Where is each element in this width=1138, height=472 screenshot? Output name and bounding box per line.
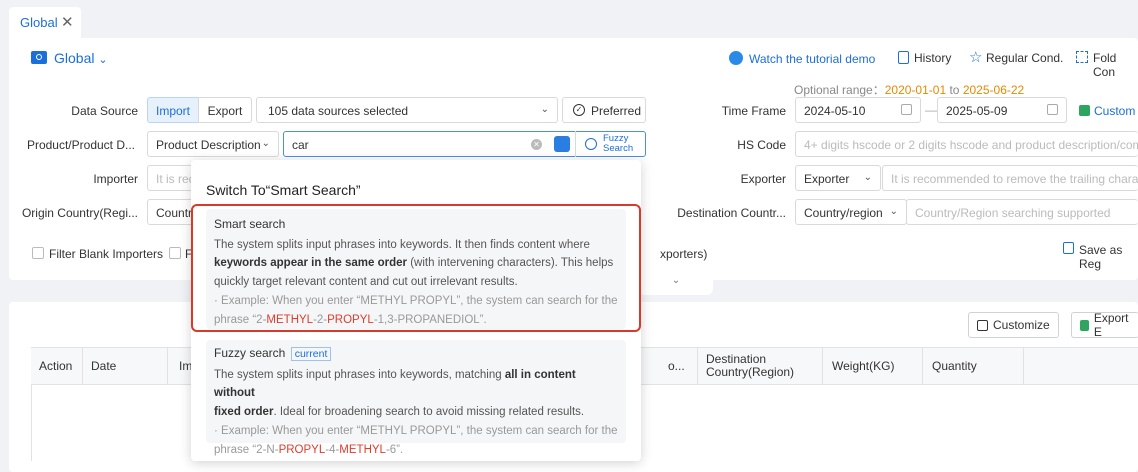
- destination-input[interactable]: Country/Region searching supported: [906, 199, 1138, 225]
- date-separator: —: [925, 103, 937, 117]
- column-header-destination[interactable]: Destination Country(Region): [698, 348, 823, 384]
- importer-label: Importer: [93, 172, 138, 186]
- tab-label: Global: [20, 15, 58, 30]
- table-border: [31, 385, 32, 461]
- check-circle-icon: ✓: [573, 104, 585, 116]
- filter-checkbox-2[interactable]: [169, 247, 181, 259]
- hs-code-input[interactable]: 4+ digits hscode or 2 digits hscode and …: [795, 131, 1138, 157]
- filter-blank-importers-checkbox[interactable]: [32, 247, 44, 259]
- exporter-input[interactable]: It is recommended to remove the trailing…: [882, 165, 1138, 191]
- clear-icon[interactable]: ✕: [531, 139, 542, 150]
- filter-blank-importers-label: Filter Blank Importers: [49, 247, 164, 261]
- fuzzy-search-toggle[interactable]: Fuzzy Search: [603, 134, 633, 154]
- fold-conditions-button[interactable]: Fold Con: [1093, 51, 1138, 79]
- fuzzy-search-option[interactable]: Fuzzy search current The system splits i…: [206, 340, 626, 456]
- fuzzy-search-title: Fuzzy search current: [214, 344, 618, 364]
- highlight-frame: [191, 204, 641, 332]
- current-badge: current: [290, 347, 332, 361]
- close-icon[interactable]: ✕: [61, 13, 74, 31]
- chevron-down-icon: ⌄: [863, 172, 872, 183]
- collapse-toggle[interactable]: ⌄: [639, 275, 713, 295]
- custom-icon: [1079, 105, 1090, 116]
- product-type-select[interactable]: Product Description ⌄: [147, 131, 279, 157]
- regular-cond-button[interactable]: Regular Cond.: [986, 51, 1063, 65]
- import-toggle[interactable]: Import: [147, 97, 199, 123]
- search-icon: [585, 138, 597, 150]
- time-frame-label: Time Frame: [721, 104, 786, 118]
- calendar-icon: [901, 104, 912, 115]
- origin-label: Origin Country(Regi...: [21, 206, 138, 220]
- data-source-label: Data Source: [71, 104, 138, 118]
- product-label: Product/Product D...: [26, 138, 135, 152]
- global-icon: [31, 51, 47, 64]
- save-as-regular-button[interactable]: Save as Reg: [1079, 243, 1138, 271]
- exporter-type-select[interactable]: Exporter ⌄: [795, 165, 881, 191]
- chevron-down-icon: ⌄: [261, 138, 270, 149]
- fuzzy-search-example: · Example: When you enter “METHYL PROPYL…: [214, 424, 618, 456]
- hs-code-label: HS Code: [737, 138, 786, 152]
- end-date-input[interactable]: 2025-05-09: [937, 97, 1067, 123]
- star-icon: ☆: [969, 49, 983, 66]
- column-header-partial[interactable]: o...: [660, 348, 698, 384]
- image-search-icon[interactable]: [554, 136, 570, 152]
- exporter-label: Exporter: [740, 172, 786, 186]
- data-source-value: 105 data sources selected: [268, 104, 409, 118]
- tab-global[interactable]: Global ✕: [9, 7, 81, 38]
- watch-tutorial-link[interactable]: Watch the tutorial demo: [749, 52, 875, 66]
- column-header-quantity[interactable]: Quantity: [924, 348, 1024, 384]
- page-title[interactable]: Global ⌄: [54, 50, 108, 66]
- data-source-select[interactable]: 105 data sources selected ⌄: [256, 97, 558, 123]
- fuzzy-search-desc: The system splits input phrases into key…: [214, 368, 585, 419]
- chevron-down-icon: ⌄: [540, 104, 549, 115]
- fold-icon: [1076, 51, 1088, 63]
- start-date-input[interactable]: 2024-05-10: [795, 97, 921, 123]
- chevron-down-icon: ⌄: [98, 54, 108, 66]
- popup-title: Switch To“Smart Search”: [206, 182, 361, 198]
- play-icon: [729, 51, 743, 65]
- preferred-button[interactable]: ✓ Preferred: [562, 97, 646, 123]
- column-header-date[interactable]: Date: [83, 348, 168, 384]
- custom-date-link[interactable]: Custom: [1094, 104, 1135, 118]
- column-header-action: Action: [31, 348, 83, 384]
- export-toggle[interactable]: Export: [198, 97, 252, 123]
- history-icon: [898, 51, 909, 64]
- chevron-down-icon: ⌄: [889, 206, 898, 217]
- settings-icon: [977, 319, 988, 331]
- customize-button[interactable]: Customize: [968, 312, 1059, 338]
- destination-type-select[interactable]: Country/region ⌄: [795, 199, 907, 225]
- optional-range: Optional range：2020-01-01 to 2025-06-22: [794, 83, 1025, 97]
- filter-exporters-label: xporters): [660, 247, 708, 261]
- column-header-weight[interactable]: Weight(KG): [824, 348, 923, 384]
- tab-bar: Global ✕: [0, 0, 1138, 38]
- calendar-icon: [1047, 104, 1058, 115]
- divider: [575, 131, 576, 157]
- export-button[interactable]: Export E: [1071, 311, 1138, 339]
- save-icon: [1063, 242, 1074, 254]
- excel-icon: [1080, 319, 1089, 331]
- destination-label: Destination Countr...: [677, 206, 786, 220]
- history-button[interactable]: History: [914, 51, 951, 65]
